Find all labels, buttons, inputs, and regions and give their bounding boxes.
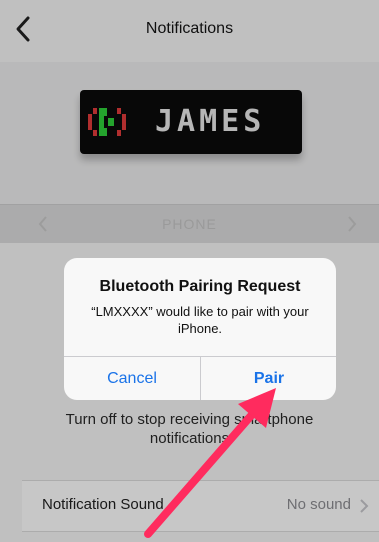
alert-message: “LMXXXX” would like to pair with your iP…: [91, 304, 309, 336]
alert-title: Bluetooth Pairing Request: [99, 278, 301, 295]
pair-button[interactable]: Pair: [200, 357, 336, 400]
bluetooth-pairing-alert: Bluetooth Pairing Request “LMXXXX” would…: [64, 258, 336, 400]
cancel-button[interactable]: Cancel: [64, 357, 200, 400]
